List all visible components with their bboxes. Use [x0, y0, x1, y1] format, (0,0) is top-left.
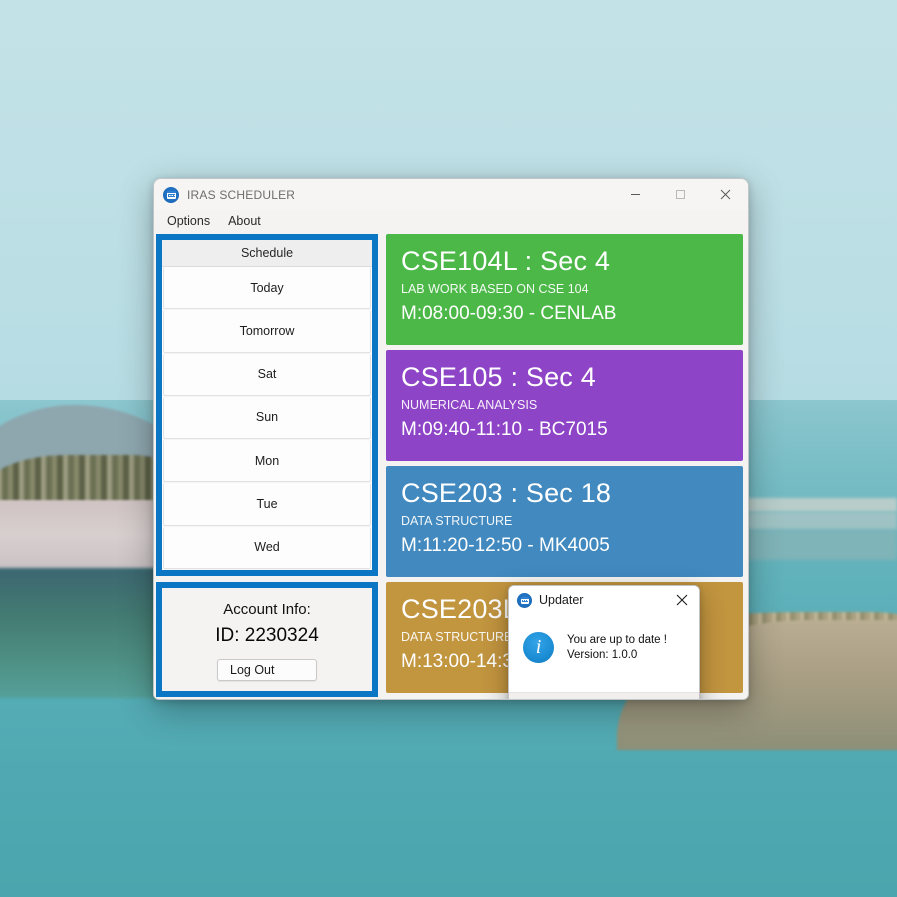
- course-title: CSE203 : Sec 18: [401, 478, 612, 508]
- dialog-titlebar[interactable]: Updater: [509, 586, 699, 614]
- account-info-title: Account Info:: [223, 600, 311, 618]
- course-card[interactable]: CSE105 : Sec 4 NUMERICAL ANALYSIS M:09:4…: [386, 350, 743, 461]
- close-icon[interactable]: [703, 179, 748, 210]
- schedule-header: Schedule: [162, 240, 372, 267]
- dialog-message: You are up to date ! Version: 1.0.0: [567, 631, 667, 663]
- account-id-value: ID: 2230324: [215, 624, 319, 646]
- schedule-day-tue[interactable]: Tue: [163, 483, 371, 526]
- schedule-day-wed[interactable]: Wed: [163, 526, 371, 569]
- course-subtitle: LAB WORK BASED ON CSE 104: [401, 282, 589, 296]
- dialog-footer: OK: [509, 692, 699, 700]
- window-titlebar[interactable]: IRAS SCHEDULER: [154, 179, 748, 210]
- menu-bar: Options About: [154, 210, 748, 232]
- course-title: CSE104L : Sec 4: [401, 246, 611, 276]
- course-card[interactable]: CSE104L : Sec 4 LAB WORK BASED ON CSE 10…: [386, 234, 743, 345]
- course-subtitle: DATA STRUCTURE: [401, 514, 513, 528]
- left-column: Schedule Today Tomorrow Sat Sun Mon Tue …: [156, 234, 378, 697]
- main-window: IRAS SCHEDULER Options About Schedule To…: [153, 178, 749, 700]
- schedule-day-sat[interactable]: Sat: [163, 353, 371, 396]
- dialog-body: i You are up to date ! Version: 1.0.0: [509, 614, 699, 692]
- close-icon[interactable]: [665, 586, 699, 614]
- minimize-icon[interactable]: [613, 179, 658, 210]
- schedule-day-today[interactable]: Today: [163, 267, 371, 310]
- dialog-message-line1: You are up to date !: [567, 634, 667, 646]
- updater-dialog: Updater i You are up to date ! Version: …: [508, 585, 700, 700]
- schedule-day-sun[interactable]: Sun: [163, 396, 371, 440]
- schedule-panel: Schedule Today Tomorrow Sat Sun Mon Tue …: [156, 234, 378, 576]
- course-time: M:08:00-09:30 - CENLAB: [401, 303, 617, 324]
- calendar-icon: [163, 186, 179, 203]
- maximize-icon[interactable]: [658, 179, 703, 210]
- course-card[interactable]: CSE203 : Sec 18 DATA STRUCTURE M:11:20-1…: [386, 466, 743, 577]
- dialog-message-line2: Version: 1.0.0: [567, 649, 638, 661]
- course-title: CSE105 : Sec 4: [401, 362, 596, 392]
- log-out-button[interactable]: Log Out: [217, 658, 317, 681]
- window-controls: [613, 179, 748, 210]
- account-info-panel: Account Info: ID: 2230324 Log Out: [156, 582, 378, 697]
- course-time: M:09:40-11:10 - BC7015: [401, 419, 608, 440]
- dialog-title: Updater: [539, 593, 584, 607]
- window-content: Schedule Today Tomorrow Sat Sun Mon Tue …: [154, 232, 748, 700]
- ok-button[interactable]: OK: [614, 699, 688, 700]
- menu-item-options[interactable]: Options: [158, 212, 219, 230]
- menu-item-about[interactable]: About: [219, 212, 270, 230]
- info-icon: i: [523, 632, 554, 663]
- course-subtitle: NUMERICAL ANALYSIS: [401, 398, 538, 412]
- desktop-wallpaper: IRAS SCHEDULER Options About Schedule To…: [0, 0, 897, 897]
- schedule-day-tomorrow[interactable]: Tomorrow: [163, 310, 371, 353]
- schedule-day-mon[interactable]: Mon: [163, 440, 371, 483]
- course-time: M:11:20-12:50 - MK4005: [401, 535, 610, 556]
- calendar-icon: [517, 592, 532, 608]
- window-title: IRAS SCHEDULER: [187, 187, 296, 202]
